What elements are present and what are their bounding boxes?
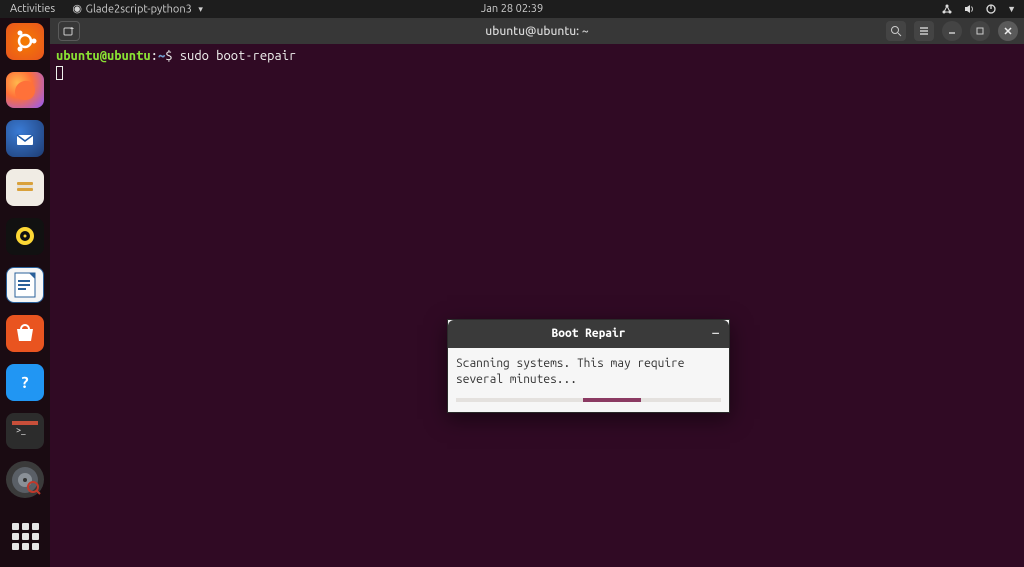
prompt-host: ubuntu [107, 49, 151, 63]
minimize-button[interactable] [942, 21, 962, 41]
show-applications-icon[interactable] [10, 522, 40, 551]
close-button[interactable] [998, 21, 1018, 41]
progress-bar [456, 398, 721, 402]
command-text: sudo boot-repair [180, 49, 296, 63]
maximize-button[interactable] [970, 21, 990, 41]
search-button[interactable] [886, 21, 906, 41]
dash-icon[interactable] [6, 23, 44, 60]
status-area[interactable]: ▼ [941, 3, 1016, 15]
gnome-top-bar: Activities ◉ Glade2script-python3 Jan 28… [0, 0, 1024, 18]
terminal-cursor [56, 66, 63, 80]
boot-repair-icon[interactable] [6, 461, 44, 498]
dialog-message: Scanning systems. This may require sever… [456, 356, 721, 388]
hamburger-menu-button[interactable] [914, 21, 934, 41]
launcher-dock: ? >_ [0, 18, 50, 567]
help-icon[interactable]: ? [6, 364, 44, 401]
ubuntu-software-icon[interactable] [6, 315, 44, 352]
files-icon[interactable] [6, 169, 44, 206]
firefox-icon[interactable] [6, 72, 44, 109]
network-icon[interactable] [941, 3, 953, 15]
new-tab-button[interactable] [58, 21, 80, 41]
app-menu-icon: ◉ [71, 3, 83, 15]
terminal-body[interactable]: ubuntu@ubuntu:~$ sudo boot-repair Boot R… [50, 44, 1024, 567]
dialog-minimize-button[interactable]: — [712, 326, 719, 342]
boot-repair-dialog: Boot Repair — Scanning systems. This may… [447, 319, 730, 413]
progress-indicator [583, 398, 641, 402]
volume-icon[interactable] [963, 3, 975, 15]
terminal-headerbar: ubuntu@ubuntu: ~ [50, 18, 1024, 44]
libreoffice-writer-icon[interactable] [6, 267, 44, 304]
terminal-window: ubuntu@ubuntu: ~ ubuntu@ubuntu:~$ sudo b… [50, 18, 1024, 567]
terminal-title: ubuntu@ubuntu: ~ [485, 25, 588, 38]
prompt-user: ubuntu [56, 49, 100, 63]
app-menu-label: Glade2script-python3 [86, 3, 192, 15]
activities-button[interactable]: Activities [10, 3, 55, 15]
dialog-titlebar[interactable]: Boot Repair — [448, 320, 729, 348]
dialog-title: Boot Repair [552, 326, 626, 342]
terminal-icon[interactable]: >_ [6, 413, 44, 450]
thunderbird-icon[interactable] [6, 120, 44, 157]
app-menu[interactable]: ◉ Glade2script-python3 [71, 3, 203, 16]
power-icon[interactable] [985, 3, 997, 15]
svg-text:?: ? [21, 374, 28, 392]
clock[interactable]: Jan 28 02:39 [481, 3, 543, 15]
chevron-down-icon[interactable]: ▼ [1007, 4, 1016, 14]
dialog-body: Scanning systems. This may require sever… [448, 348, 729, 412]
rhythmbox-icon[interactable] [6, 218, 44, 255]
svg-text:>_: >_ [16, 425, 26, 435]
prompt-line: ubuntu@ubuntu:~$ sudo boot-repair [56, 48, 1018, 64]
